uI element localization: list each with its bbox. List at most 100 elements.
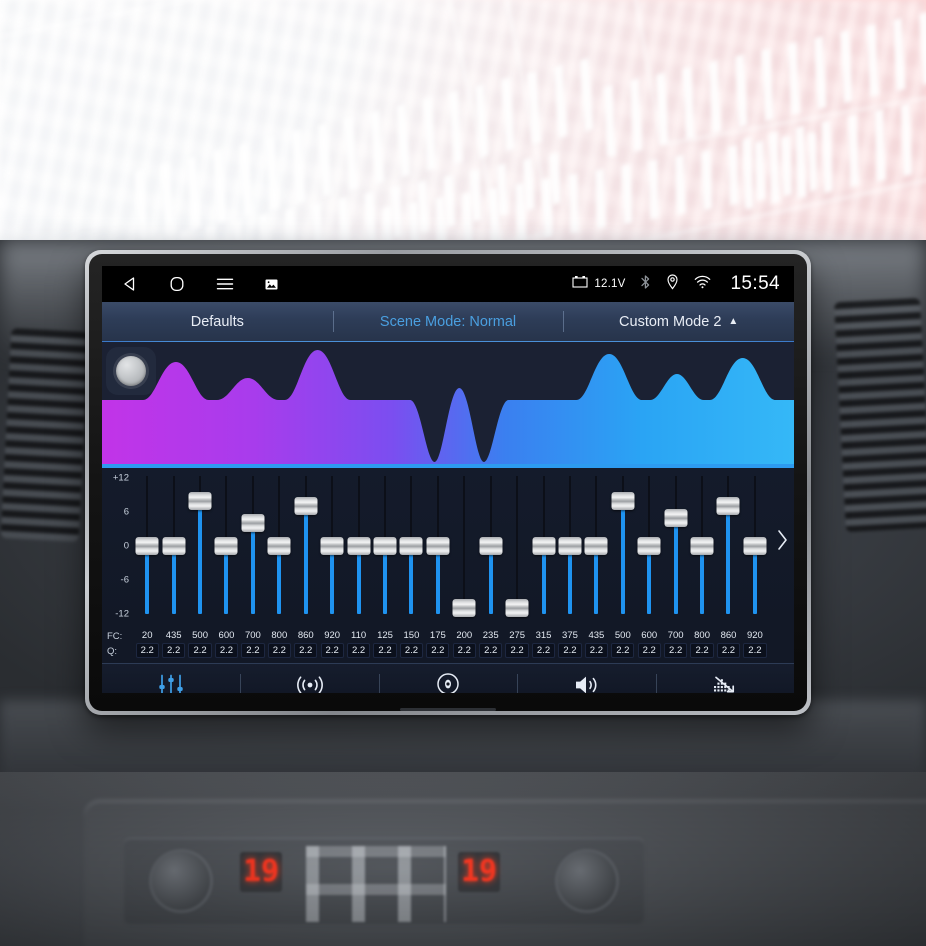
eq-band-slider[interactable] xyxy=(266,468,292,628)
tab-defaults-label: Defaults xyxy=(190,313,244,330)
eq-band-slider[interactable] xyxy=(742,468,768,628)
slider-thumb[interactable] xyxy=(452,599,476,618)
slider-fill xyxy=(435,546,440,614)
nav-item-sound-effect[interactable]: Sound Effect xyxy=(517,664,655,693)
slider-thumb[interactable] xyxy=(426,537,450,555)
q-value[interactable]: 2.2 xyxy=(611,643,635,658)
spectrum-visualizer[interactable] xyxy=(102,342,794,468)
slider-track xyxy=(516,476,519,614)
eq-band-slider[interactable] xyxy=(530,468,556,628)
q-value[interactable]: 2.2 xyxy=(452,643,476,658)
q-value[interactable]: 2.2 xyxy=(505,643,529,658)
eq-band-slider[interactable] xyxy=(134,468,160,628)
fc-q-column: 700 2.2 xyxy=(240,630,266,658)
q-value[interactable]: 2.2 xyxy=(399,643,424,658)
eq-band-slider[interactable] xyxy=(240,468,266,628)
eq-band-slider[interactable] xyxy=(477,468,503,628)
tab-custom-mode[interactable]: Custom Mode 2 ▲ xyxy=(563,302,794,341)
image-icon[interactable] xyxy=(265,278,278,291)
slider-thumb[interactable] xyxy=(214,537,238,555)
q-value[interactable]: 2.2 xyxy=(664,643,688,658)
eq-band-slider[interactable] xyxy=(504,468,530,628)
q-value[interactable]: 2.2 xyxy=(426,643,450,658)
eq-band-slider[interactable] xyxy=(689,468,715,628)
visualizer-knob-button[interactable] xyxy=(106,347,156,395)
menu-lines-icon[interactable] xyxy=(216,277,234,291)
chevron-right-icon[interactable] xyxy=(770,468,794,628)
q-value[interactable]: 2.2 xyxy=(584,643,608,658)
q-value[interactable]: 2.2 xyxy=(479,643,503,658)
q-value[interactable]: 2.2 xyxy=(214,643,239,658)
home-squircle-icon[interactable] xyxy=(169,276,185,292)
tab-scene-mode[interactable]: Scene Mode: Normal xyxy=(332,302,564,341)
slider-thumb[interactable] xyxy=(637,537,661,555)
eq-band-slider[interactable] xyxy=(636,468,662,628)
q-value[interactable]: 2.2 xyxy=(162,643,186,658)
slider-thumb[interactable] xyxy=(241,514,265,533)
q-value[interactable]: 2.2 xyxy=(743,643,767,658)
q-value[interactable]: 2.2 xyxy=(241,643,265,658)
fc-q-column: 920 2.2 xyxy=(742,630,768,658)
equalizer-panel: +12 6 0 -6 -12 xyxy=(102,468,794,628)
slider-thumb[interactable] xyxy=(399,537,423,555)
fc-q-column: 275 2.2 xyxy=(504,630,530,658)
slider-thumb[interactable] xyxy=(373,537,397,555)
q-value[interactable]: 2.2 xyxy=(320,643,344,658)
q-value[interactable]: 2.2 xyxy=(294,643,318,658)
eq-band-slider[interactable] xyxy=(398,468,424,628)
slider-thumb[interactable] xyxy=(347,537,371,555)
slider-thumb[interactable] xyxy=(294,497,318,516)
eq-band-slider[interactable] xyxy=(160,468,186,628)
slider-thumb[interactable] xyxy=(188,491,212,510)
nav-item-bass-filter[interactable]: Bass Filter xyxy=(655,664,794,693)
nav-item-surround-sound[interactable]: Surround Sound xyxy=(240,664,378,693)
eq-band-slider[interactable] xyxy=(345,468,371,628)
slider-thumb[interactable] xyxy=(690,537,714,555)
eq-band-slider[interactable] xyxy=(293,468,319,628)
nav-item-sound-field[interactable]: Sound Field xyxy=(378,664,517,693)
fc-q-column: 800 2.2 xyxy=(266,630,292,658)
fc-value: 235 xyxy=(482,630,499,641)
eq-band-slider[interactable] xyxy=(583,468,609,628)
eq-band-slider[interactable] xyxy=(187,468,213,628)
q-value[interactable]: 2.2 xyxy=(558,643,582,658)
eq-band-slider[interactable] xyxy=(610,468,636,628)
eq-band-slider[interactable] xyxy=(715,468,741,628)
back-triangle-icon[interactable] xyxy=(122,276,138,292)
nav-item-equalizer[interactable]: Equalizer xyxy=(102,664,240,693)
q-value[interactable]: 2.2 xyxy=(346,643,371,658)
slider-thumb[interactable] xyxy=(716,497,740,516)
eq-band-slider[interactable] xyxy=(662,468,688,628)
slider-thumb[interactable] xyxy=(505,599,529,618)
slider-thumb[interactable] xyxy=(479,537,503,555)
mode-tab-bar: Defaults Scene Mode: Normal Custom Mode … xyxy=(102,302,794,342)
slider-thumb[interactable] xyxy=(558,537,582,555)
eq-band-slider[interactable] xyxy=(451,468,477,628)
slider-thumb[interactable] xyxy=(584,537,608,555)
slider-thumb[interactable] xyxy=(532,537,556,555)
slider-thumb[interactable] xyxy=(267,537,291,555)
slider-thumb[interactable] xyxy=(743,537,767,555)
eq-band-slider[interactable] xyxy=(213,468,239,628)
slider-thumb[interactable] xyxy=(135,537,159,555)
eq-band-slider[interactable] xyxy=(319,468,345,628)
slider-thumb[interactable] xyxy=(162,537,186,555)
slider-thumb[interactable] xyxy=(664,508,688,527)
q-value[interactable]: 2.2 xyxy=(135,643,159,658)
eq-band-slider[interactable] xyxy=(372,468,398,628)
q-value[interactable]: 2.2 xyxy=(637,643,661,658)
q-value[interactable]: 2.2 xyxy=(690,643,714,658)
slider-thumb[interactable] xyxy=(611,491,635,510)
eq-band-slider[interactable] xyxy=(557,468,583,628)
q-value[interactable]: 2.2 xyxy=(716,643,741,658)
android-status-bar: 12.1V 15:54 xyxy=(102,266,794,302)
fc-q-column: 435 2.2 xyxy=(160,630,186,658)
q-value[interactable]: 2.2 xyxy=(531,643,556,658)
eq-band-slider[interactable] xyxy=(425,468,451,628)
tab-defaults[interactable]: Defaults xyxy=(102,302,333,341)
slider-thumb[interactable] xyxy=(320,537,344,555)
q-value[interactable]: 2.2 xyxy=(267,643,291,658)
fc-q-column: 600 2.2 xyxy=(636,630,662,658)
q-value[interactable]: 2.2 xyxy=(373,643,397,658)
q-value[interactable]: 2.2 xyxy=(188,643,212,658)
